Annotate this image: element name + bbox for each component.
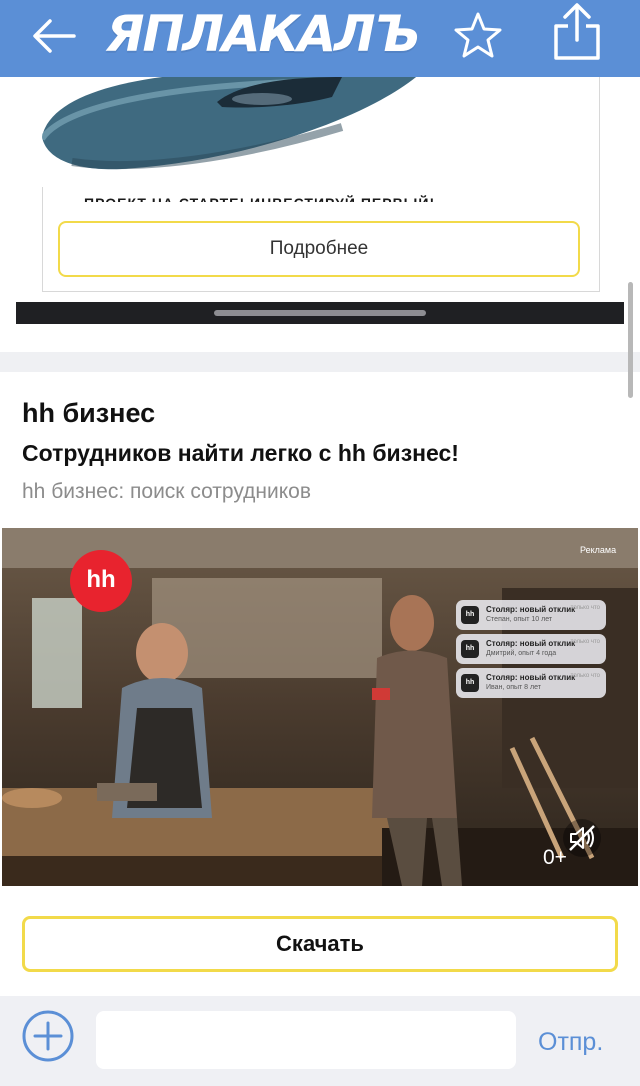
notification-title: Столяр: новый отклик	[486, 673, 576, 682]
site-logo[interactable]: ЯПЛАКАЛЪ	[106, 4, 426, 64]
airship-image	[42, 77, 598, 187]
notification-card: hh Столяр: новый отклик Дмитрий, опыт 4 …	[456, 634, 606, 664]
advertiser-name[interactable]: hh бизнес	[22, 398, 155, 429]
notification-time: только что	[570, 639, 600, 645]
ad-description: hh бизнес: поиск сотрудников	[22, 480, 311, 503]
notification-card: hh Столяр: новый отклик Степан, опыт 10 …	[456, 600, 606, 630]
message-input[interactable]	[96, 1011, 516, 1069]
share-icon[interactable]	[548, 0, 606, 64]
ad-video[interactable]: hh Реклама hh Столяр: новый отклик Степа…	[2, 528, 638, 886]
ad-headline[interactable]: Сотрудников найти легко с hh бизнес!	[22, 440, 459, 467]
notification-subtitle: Иван, опыт 8 лет	[486, 684, 541, 691]
ad-label: Реклама	[580, 545, 617, 555]
download-button[interactable]: Скачать	[22, 916, 618, 972]
hh-app-icon: hh	[461, 640, 479, 658]
scrollbar[interactable]	[628, 282, 633, 398]
hh-logo: hh	[70, 550, 132, 612]
home-indicator	[214, 310, 426, 316]
age-rating: 0+	[543, 846, 567, 869]
notification-time: только что	[570, 673, 600, 679]
back-arrow-icon[interactable]	[30, 18, 78, 54]
notification-subtitle: Степан, опыт 10 лет	[486, 616, 553, 623]
notification-card: hh Столяр: новый отклик Иван, опыт 8 лет…	[456, 668, 606, 698]
send-button[interactable]: Отпр.	[538, 1028, 603, 1057]
star-icon[interactable]	[450, 8, 506, 64]
more-details-button[interactable]: Подробнее	[58, 221, 580, 277]
speaker-muted-icon[interactable]	[562, 818, 602, 858]
section-separator	[0, 352, 640, 372]
prev-ad-clipped-text: ПРОЕКТ НА СТАРТЕ! ИНВЕСТИРУЙ ПЕРВЫЙ!	[84, 190, 564, 202]
notification-subtitle: Дмитрий, опыт 4 года	[486, 650, 557, 657]
notification-title: Столяр: новый отклик	[486, 605, 576, 614]
hh-app-icon: hh	[461, 674, 479, 692]
notification-title: Столяр: новый отклик	[486, 639, 576, 648]
notification-time: только что	[570, 605, 600, 611]
plus-circle-icon[interactable]	[20, 1008, 76, 1064]
hh-app-icon: hh	[461, 606, 479, 624]
